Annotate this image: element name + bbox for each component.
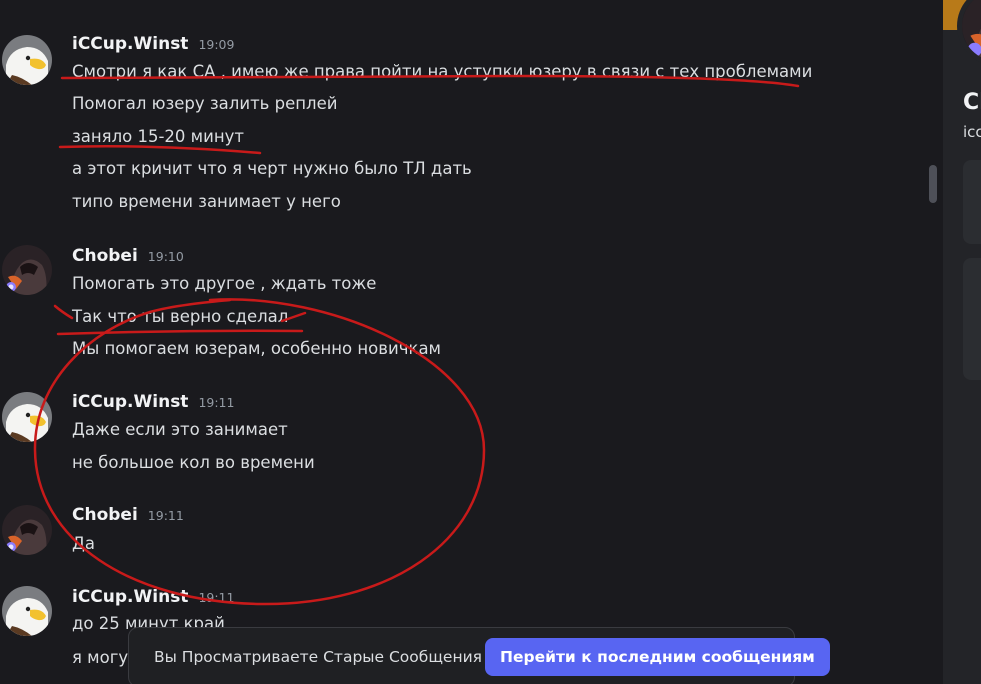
profile-card xyxy=(963,258,981,380)
chat-message-list[interactable]: iCCup.Winst 19:09 Смотри я как СА , имею… xyxy=(0,0,943,684)
eagle-icon xyxy=(2,35,52,85)
username[interactable]: iCCup.Winst xyxy=(72,34,188,54)
dark-character-icon xyxy=(962,0,981,61)
message-text: типо времени занимает у него xyxy=(72,192,341,211)
username[interactable]: Chobei xyxy=(72,505,138,525)
timestamp[interactable]: 19:10 xyxy=(148,249,184,264)
message-text: Смотри я как СА , имею же права пойти на… xyxy=(72,62,813,81)
profile-card xyxy=(963,160,981,244)
message-text: а этот кричит что я черт нужно было ТЛ д… xyxy=(72,159,472,178)
message-text: заняло 15-20 минут xyxy=(72,127,245,146)
timestamp[interactable]: 19:11 xyxy=(198,395,234,410)
username[interactable]: Chobei xyxy=(72,246,138,266)
username[interactable]: iCCup.Winst xyxy=(72,392,188,412)
timestamp[interactable]: 19:11 xyxy=(148,508,184,523)
message-text: Да xyxy=(72,534,96,553)
underline-mark xyxy=(53,304,74,320)
eagle-icon xyxy=(2,392,52,442)
avatar[interactable] xyxy=(2,245,52,295)
message-header: iCCup.Winst 19:11 xyxy=(72,587,234,607)
avatar[interactable] xyxy=(2,392,52,442)
message-text: Даже если это занимает xyxy=(72,420,288,439)
profile-panel: Ch icc xyxy=(943,0,981,684)
dark-character-icon xyxy=(2,245,52,295)
timestamp[interactable]: 19:09 xyxy=(198,37,234,52)
message-text: Мы помогаем юзерам, особенно новичкам xyxy=(72,339,442,358)
message-header: Chobei 19:10 xyxy=(72,246,184,266)
message-header: iCCup.Winst 19:09 xyxy=(72,34,234,54)
profile-handle: icc xyxy=(963,123,981,141)
eagle-icon xyxy=(2,586,52,636)
avatar[interactable] xyxy=(2,35,52,85)
message-text: не большое кол во времени xyxy=(72,453,315,472)
message-text: Помогал юзеру залить реплей xyxy=(72,94,338,113)
message-header: Chobei 19:11 xyxy=(72,505,184,525)
message-text: Помогать это другое , ждать тоже xyxy=(72,274,377,293)
message-text: я могу xyxy=(72,648,129,667)
underline-mark xyxy=(58,145,262,155)
profile-avatar[interactable] xyxy=(957,0,981,66)
avatar[interactable] xyxy=(2,586,52,636)
timestamp[interactable]: 19:11 xyxy=(198,590,234,605)
profile-name: Ch xyxy=(963,90,981,115)
old-messages-text: Вы Просматриваете Старые Сообщения xyxy=(154,648,482,666)
underline-mark xyxy=(56,329,304,336)
message-text: Так что ты верно сделал xyxy=(72,307,289,326)
avatar[interactable] xyxy=(2,505,52,555)
message-header: iCCup.Winst 19:11 xyxy=(72,392,234,412)
scrollbar[interactable] xyxy=(929,165,937,203)
dark-character-icon xyxy=(2,505,52,555)
username[interactable]: iCCup.Winst xyxy=(72,587,188,607)
jump-to-latest-button[interactable]: Перейти к последним сообщениям xyxy=(485,638,830,676)
old-messages-bar: Вы Просматриваете Старые Сообщения Перей… xyxy=(128,627,830,684)
